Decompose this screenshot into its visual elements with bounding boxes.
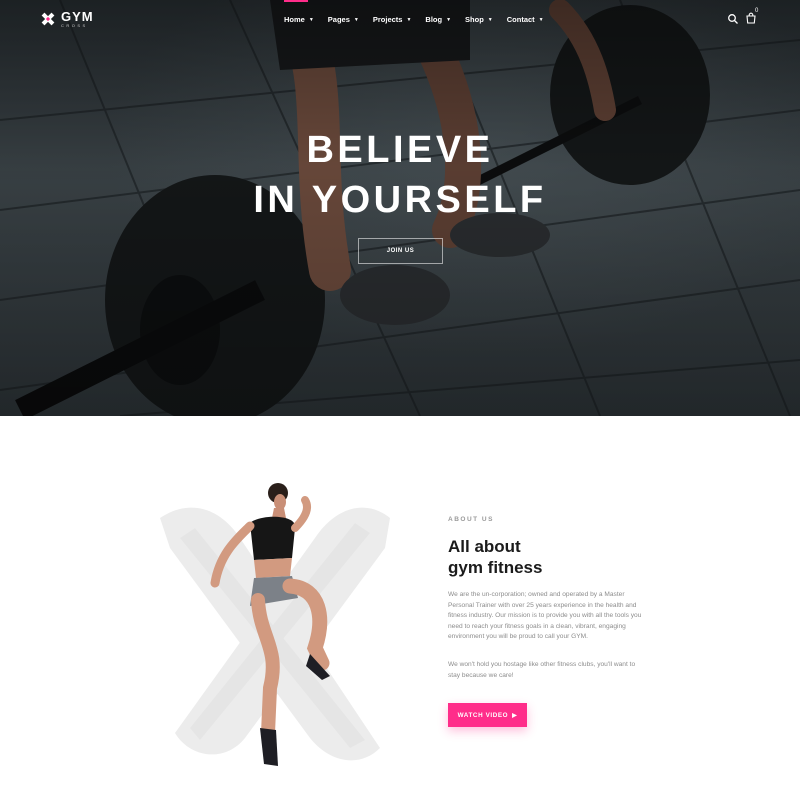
play-icon: ▶ — [512, 712, 518, 719]
about-eyebrow: ABOUT US — [448, 516, 494, 523]
cart-count-badge: 0 — [755, 8, 759, 14]
nav-item-blog[interactable]: Blog ▼ — [425, 15, 451, 24]
nav-item-label: Blog — [425, 15, 443, 24]
hero-title-line2: IN YOURSELF — [253, 179, 547, 221]
nav-item-contact[interactable]: Contact ▼ — [507, 15, 544, 24]
about-title-line1: All about — [448, 537, 521, 556]
search-icon[interactable] — [727, 13, 739, 25]
about-paragraph-2: We won't hold you hostage like other fit… — [448, 661, 636, 679]
brand-tagline: CROSS — [61, 23, 88, 28]
about-paragraph-1: We are the un-corporation; owned and ope… — [448, 591, 642, 641]
hero-title-line1: BELIEVE — [306, 129, 494, 171]
chevron-down-icon: ▼ — [406, 16, 412, 23]
watch-video-label: WATCH VIDEO — [457, 711, 509, 719]
active-nav-indicator — [284, 0, 308, 2]
watch-video-button[interactable]: WATCH VIDEO ▶ — [448, 703, 527, 727]
chevron-down-icon: ▼ — [353, 16, 359, 23]
nav-item-home[interactable]: Home ▼ — [284, 15, 314, 24]
nav-item-label: Shop — [465, 15, 484, 24]
chevron-down-icon: ▼ — [308, 16, 314, 23]
top-navbar: GYM CROSS Home ▼ Pages ▼ Projects ▼ Blog ▼ S… — [0, 0, 800, 42]
nav-item-label: Pages — [327, 15, 350, 24]
brand-logo[interactable]: GYM CROSS — [40, 10, 94, 28]
nav-item-pages[interactable]: Pages ▼ — [328, 15, 359, 24]
about-title-line2: gym fitness — [448, 558, 543, 577]
chevron-down-icon: ▼ — [487, 16, 493, 23]
join-us-button[interactable]: JOIN US — [358, 238, 443, 264]
nav-item-label: Home — [284, 15, 305, 24]
about-athlete-image — [160, 483, 390, 766]
chevron-down-icon: ▼ — [446, 16, 452, 23]
chevron-down-icon: ▼ — [538, 16, 544, 23]
dumbbell-logo-icon — [41, 12, 55, 26]
nav-item-shop[interactable]: Shop ▼ — [465, 15, 493, 24]
nav-item-label: Contact — [506, 15, 535, 24]
nav-item-projects[interactable]: Projects ▼ — [373, 15, 412, 24]
brand-name: GYM — [61, 9, 94, 24]
main-menu: Home ▼ Pages ▼ Projects ▼ Blog ▼ Shop ▼ Conta… — [284, 15, 558, 24]
nav-item-label: Projects — [372, 15, 403, 24]
about-title: All about gym fitness — [448, 536, 542, 578]
